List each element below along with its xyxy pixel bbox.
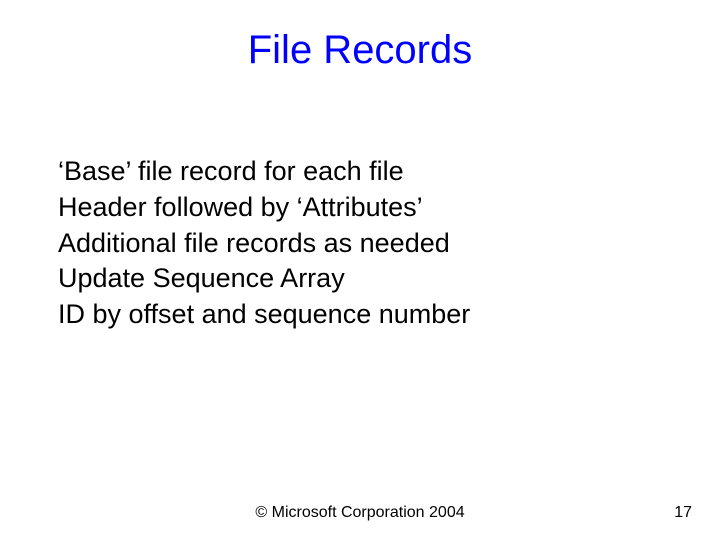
slide-body: ‘Base’ file record for each file Header … [58, 155, 662, 334]
slide-title: File Records [0, 28, 720, 73]
page-number: 17 [674, 504, 692, 522]
slide: File Records ‘Base’ file record for each… [0, 0, 720, 540]
bullet-item: ‘Base’ file record for each file [58, 155, 662, 189]
bullet-item: Additional file records as needed [58, 227, 662, 261]
bullet-item: Header followed by ‘Attributes’ [58, 191, 662, 225]
bullet-item: ID by offset and sequence number [58, 298, 662, 332]
bullet-item: Update Sequence Array [58, 262, 662, 296]
copyright-footer: © Microsoft Corporation 2004 [0, 504, 720, 522]
